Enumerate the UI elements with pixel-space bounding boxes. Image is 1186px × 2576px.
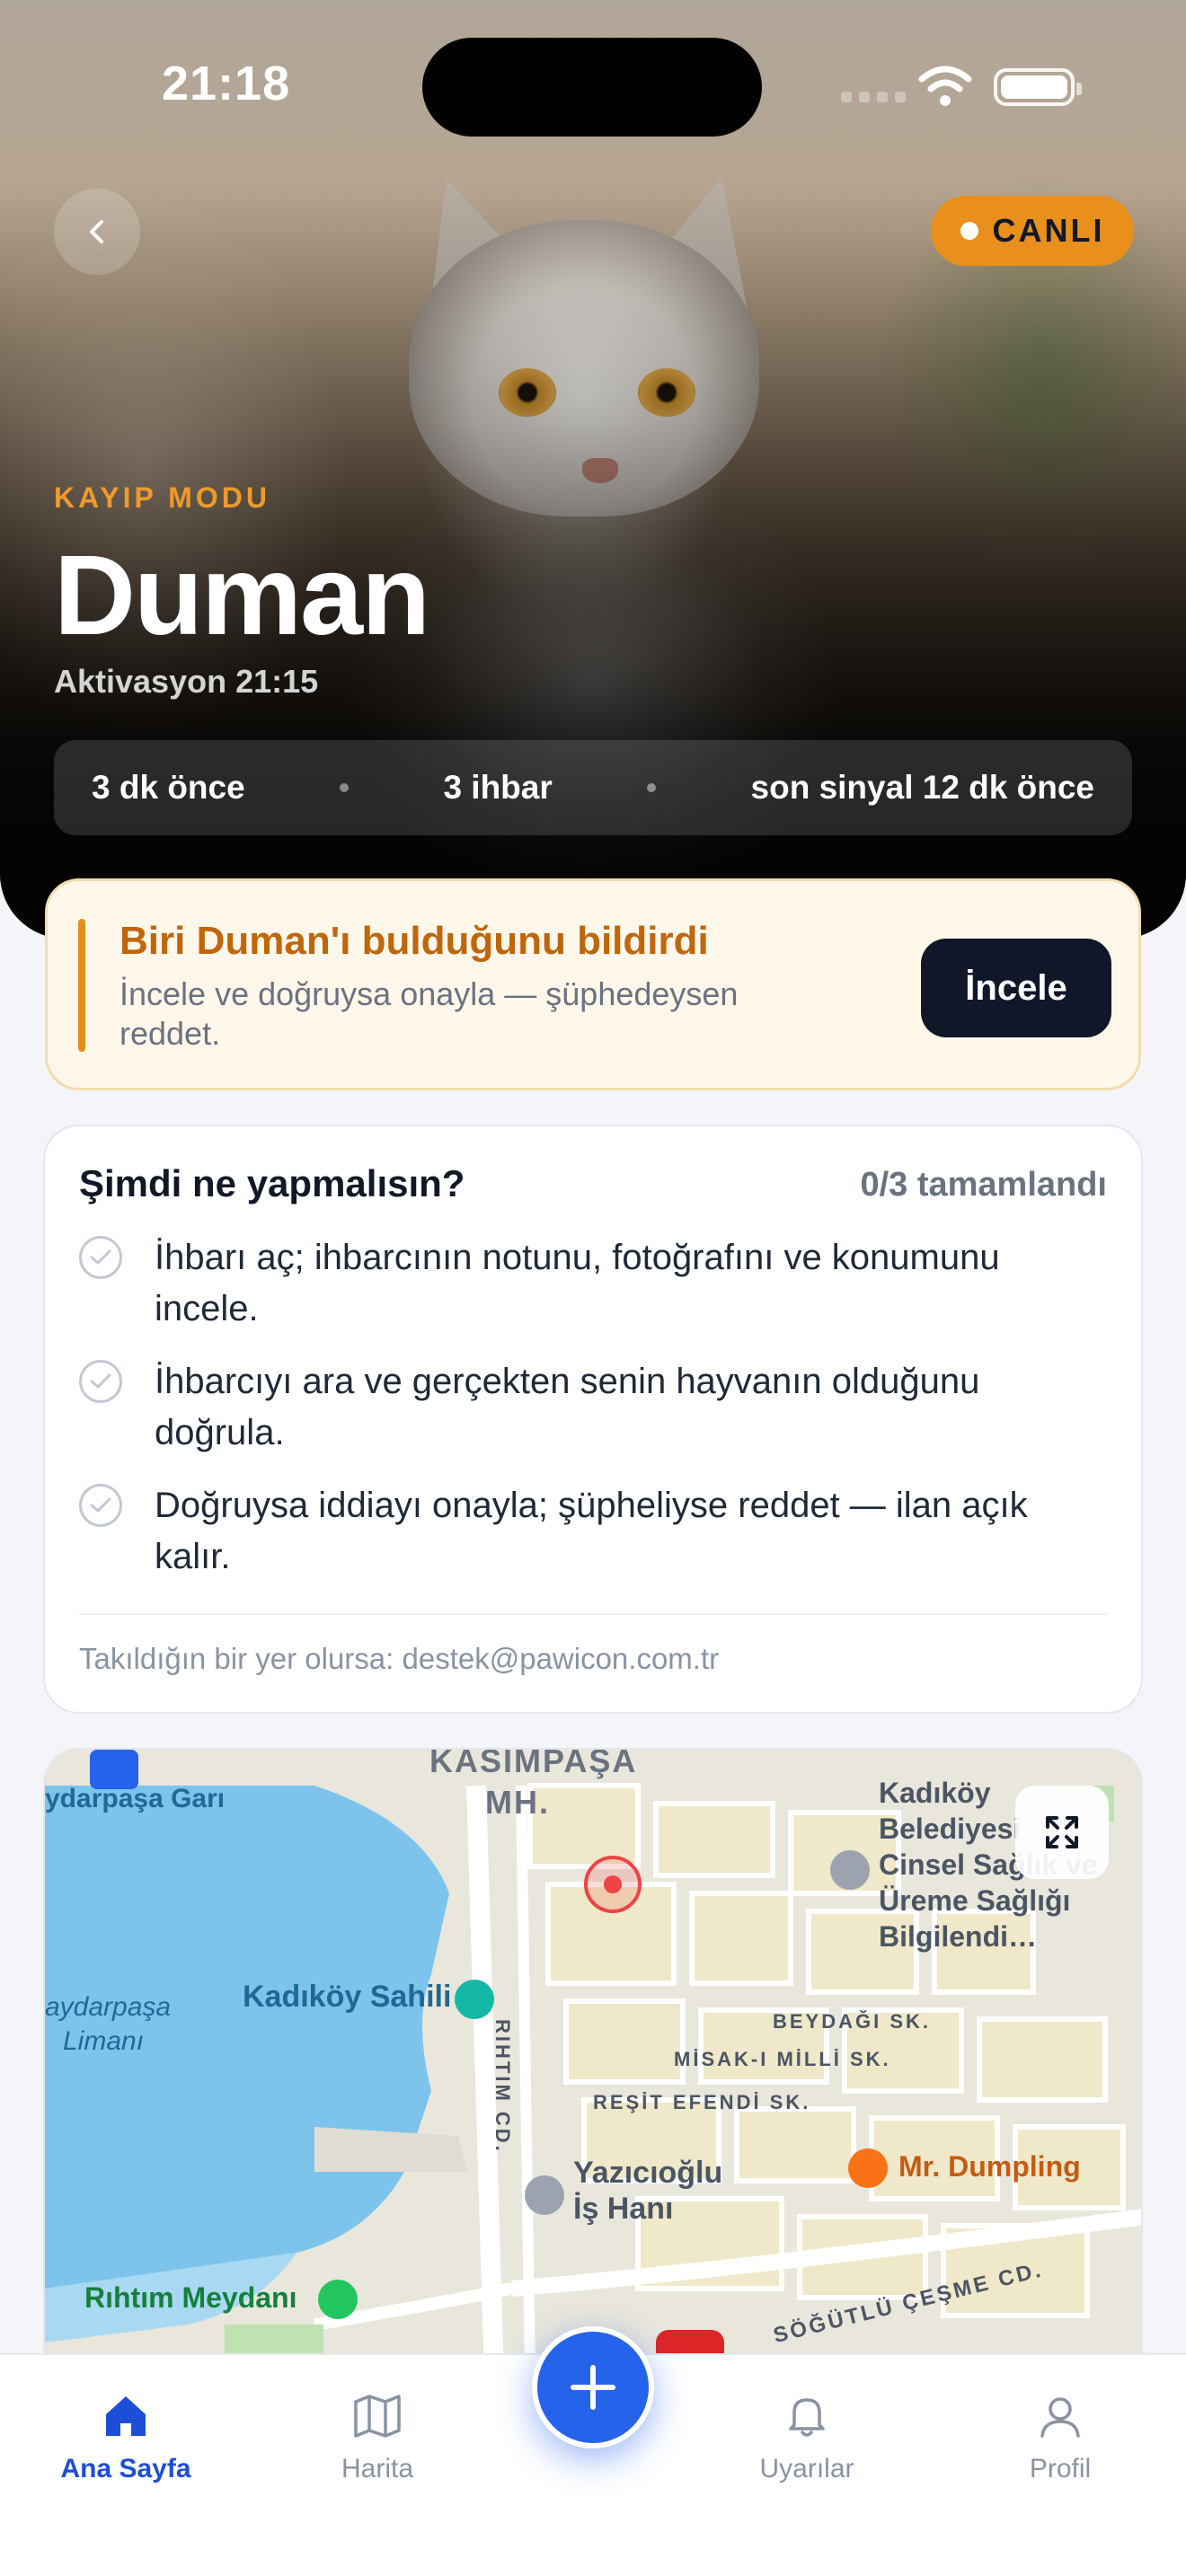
- tab-map[interactable]: Harita: [288, 2391, 467, 2484]
- support-contact[interactable]: Takıldığın bir yer olursa: destek@pawico…: [79, 1642, 719, 1676]
- map-label-restaurant: Mr. Dumpling: [898, 2150, 1081, 2183]
- checklist-item-text: İhbarı aç; ihbarcının notunu, fotoğrafın…: [155, 1238, 1000, 1328]
- map-label-square: Rıhtım Meydanı: [84, 2281, 297, 2314]
- alert-subtitle: İncele ve doğruysa onayla — şüphedeysen …: [119, 975, 739, 1052]
- tab-alerts-label: Uyarılar: [759, 2454, 854, 2483]
- map-label-station: ydarpaşa Garı: [45, 1784, 226, 1813]
- map-label-harbor: Limanı: [63, 2026, 145, 2056]
- alert-title: Biri Duman'ı bulduğunu bildirdi: [119, 919, 709, 963]
- checklist-item-text: Doğruysa iddiayı onayla; şüpheliyse redd…: [155, 1486, 1028, 1576]
- plus-icon: [571, 2365, 615, 2410]
- tab-profile-label: Profil: [1029, 2454, 1092, 2483]
- map-label-street: REŞİT EFENDİ SK.: [593, 2091, 811, 2113]
- expand-icon: [1046, 1816, 1078, 1848]
- add-report-button[interactable]: [532, 2326, 654, 2448]
- lost-mode-label: KAYIP MODU: [54, 481, 270, 514]
- map-label-street: RIHTIM CD.: [491, 2019, 514, 2154]
- map-icon: [354, 2395, 401, 2438]
- check-circle-icon[interactable]: [79, 1484, 122, 1527]
- checklist-item-text: İhbarcıyı ara ve gerçekten senin hayvanı…: [155, 1362, 980, 1452]
- activation-time: Aktivasyon 21:15: [54, 663, 319, 700]
- map-label-building: İş Hanı: [573, 2192, 674, 2226]
- dynamic-island: [422, 38, 762, 137]
- alert-accent-bar: [78, 919, 85, 1052]
- map-label-harbor: aydarpaşa: [45, 1992, 172, 2022]
- tab-alerts[interactable]: Uyarılar: [717, 2391, 897, 2484]
- back-button[interactable]: [54, 189, 140, 275]
- stat-separator: [647, 783, 657, 792]
- map-label-beach: Kadıköy Sahili: [243, 1980, 452, 2014]
- map-label-building: Yazıcıoğlu: [573, 2156, 723, 2190]
- tab-map-label: Harita: [341, 2454, 414, 2483]
- review-button[interactable]: İncele: [921, 939, 1111, 1037]
- map-label-street: BEYDAĞI SK.: [773, 2010, 932, 2033]
- hero-header: 21:18 CANLI KAYIP MODU Duman Aktivasyon …: [0, 0, 1186, 939]
- stat-elapsed: 3 dk önce: [92, 769, 245, 806]
- checklist-progress: 0/3 tamamlandı: [860, 1166, 1107, 1204]
- user-icon: [1040, 2397, 1080, 2438]
- live-dot-icon: [960, 222, 978, 240]
- bell-icon: [789, 2398, 825, 2437]
- status-time: 21:18: [162, 57, 291, 110]
- map-label-street: MİSAK-I MİLLİ SK.: [674, 2048, 891, 2070]
- pet-name: Duman: [54, 532, 430, 658]
- checklist-title: Şimdi ne yapmalısın?: [79, 1162, 465, 1204]
- map-label-district: KASIMPAŞA: [429, 1748, 638, 1779]
- divider: [79, 1613, 1107, 1615]
- live-status-label: CANLI: [992, 212, 1105, 249]
- stats-bar: 3 dk önce 3 ihbar son sinyal 12 dk önce: [54, 740, 1132, 835]
- tab-home[interactable]: Ana Sayfa: [36, 2391, 216, 2484]
- stat-last-signal: son sinyal 12 dk önce: [750, 769, 1094, 806]
- home-icon: [106, 2396, 146, 2436]
- check-circle-icon[interactable]: [79, 1236, 122, 1279]
- expand-map-button[interactable]: [1015, 1786, 1109, 1879]
- live-status-badge: CANLI: [931, 196, 1134, 266]
- check-circle-icon[interactable]: [79, 1360, 122, 1403]
- map-view[interactable]: KASIMPAŞA MH. ydarpaşa Garı Kadıköy Bele…: [43, 1748, 1143, 2395]
- chevron-left-icon: [90, 220, 103, 243]
- tab-profile[interactable]: Profil: [970, 2391, 1150, 2484]
- tab-home-label: Ana Sayfa: [60, 2454, 191, 2483]
- wifi-icon: [918, 66, 972, 106]
- next-steps-card: Şimdi ne yapmalısın? 0/3 tamamlandı İhba…: [43, 1125, 1143, 1714]
- found-report-alert: Biri Duman'ı bulduğunu bildirdi İncele v…: [45, 878, 1141, 1090]
- battery-icon: [994, 68, 1082, 106]
- cellular-signal-icon: [841, 92, 906, 102]
- stat-reports: 3 ihbar: [443, 769, 553, 806]
- stat-separator: [340, 783, 350, 792]
- map-label-district: MH.: [485, 1784, 550, 1821]
